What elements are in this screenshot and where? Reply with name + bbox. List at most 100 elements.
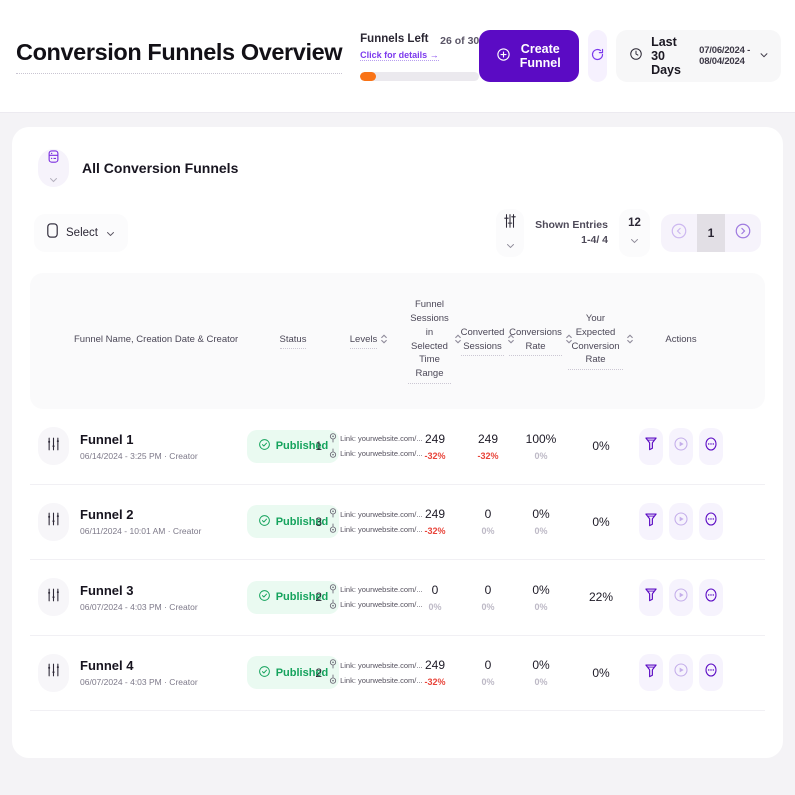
check-circle-icon bbox=[258, 589, 271, 605]
more-icon bbox=[703, 662, 719, 683]
conversions-rate-value: 0% bbox=[532, 658, 550, 672]
funnel-sessions-delta: -32% bbox=[424, 677, 446, 687]
create-funnel-button[interactable]: Create Funnel bbox=[479, 30, 580, 82]
column-header-converted-sessions[interactable]: Converted Sessions bbox=[460, 326, 515, 357]
pagination-current-page[interactable]: 1 bbox=[697, 214, 725, 252]
converted-sessions-value: 249 bbox=[477, 431, 498, 446]
sort-icon bbox=[626, 333, 634, 350]
play-icon bbox=[673, 587, 689, 608]
pin-icon bbox=[329, 674, 337, 686]
levels-count: 1 bbox=[315, 439, 323, 454]
table-row[interactable]: Funnel 3 06/07/2024 - 4:03 PM · Creator … bbox=[30, 560, 765, 636]
table-row[interactable]: Funnel 2 06/11/2024 - 10:01 AM · Creator… bbox=[30, 485, 765, 560]
funnel-sessions-cell: 0 0% bbox=[408, 581, 462, 615]
funnel-sessions-delta: -32% bbox=[424, 450, 446, 461]
levels-count: 2 bbox=[315, 590, 323, 605]
plus-circle-icon bbox=[496, 47, 511, 65]
conversions-rate-cell: 0% 0% bbox=[514, 656, 568, 690]
levels-cell: 1 Link: yourwebsite.com/... Link: yourwe… bbox=[315, 432, 423, 460]
page-header: Conversion Funnels Overview Funnels Left… bbox=[0, 0, 795, 113]
create-funnel-label: Create Funnel bbox=[519, 42, 561, 70]
quota-details-link[interactable]: Click for details → bbox=[360, 50, 439, 61]
action-funnel-button[interactable] bbox=[639, 654, 663, 692]
conversions-rate-delta: 0% bbox=[534, 450, 548, 461]
expected-rate-value: 0% bbox=[592, 514, 610, 529]
levels-count: 2 bbox=[315, 665, 323, 680]
funnel-row-icon-button[interactable] bbox=[38, 427, 69, 466]
column-header-levels[interactable]: Levels bbox=[330, 333, 408, 350]
table-row[interactable]: Funnel 1 06/14/2024 - 3:25 PM · Creator … bbox=[30, 409, 765, 485]
conversions-rate-value: 100% bbox=[525, 431, 557, 446]
converted-sessions-value: 0 bbox=[484, 658, 492, 672]
action-play-button[interactable] bbox=[669, 654, 693, 692]
pagination-next-button[interactable] bbox=[725, 214, 761, 252]
quota-count: 26 of 30 bbox=[440, 35, 480, 47]
table-row[interactable]: Funnel 4 06/07/2024 - 4:03 PM · Creator … bbox=[30, 636, 765, 711]
action-funnel-button[interactable] bbox=[639, 578, 663, 616]
more-icon bbox=[703, 587, 719, 608]
column-header-expected-rate[interactable]: Your Expected Conversion Rate bbox=[568, 312, 634, 371]
funnel-sessions-value: 249 bbox=[424, 431, 445, 446]
quota-progress-fill bbox=[360, 72, 376, 81]
action-more-button[interactable] bbox=[699, 503, 723, 541]
funnel-row-icon-button[interactable] bbox=[38, 502, 69, 541]
card-title: All Conversion Funnels bbox=[82, 160, 239, 176]
quota-label: Funnels Left bbox=[360, 33, 429, 45]
funnel-row-icon-button[interactable] bbox=[38, 578, 69, 617]
per-page-value: 12 bbox=[628, 217, 641, 229]
play-icon bbox=[673, 662, 689, 683]
check-circle-icon bbox=[258, 665, 271, 681]
conversions-rate-delta: 0% bbox=[534, 601, 548, 612]
funnels-list-icon-button[interactable] bbox=[38, 149, 69, 187]
chevron-down-icon bbox=[506, 236, 515, 254]
funnel-sessions-delta: -32% bbox=[424, 526, 446, 536]
app-page: Conversion Funnels Overview Funnels Left… bbox=[0, 0, 795, 795]
pagination-prev-button[interactable] bbox=[661, 214, 697, 252]
pin-icon bbox=[329, 659, 337, 671]
select-dropdown[interactable]: Select bbox=[34, 214, 128, 252]
action-more-button[interactable] bbox=[699, 654, 723, 692]
funnel-name-cell: Funnel 1 06/14/2024 - 3:25 PM · Creator bbox=[30, 427, 256, 466]
play-icon bbox=[673, 511, 689, 532]
funnel-name-cell: Funnel 3 06/07/2024 - 4:03 PM · Creator bbox=[30, 578, 256, 617]
column-header-actions: Actions bbox=[665, 334, 697, 346]
action-play-button[interactable] bbox=[669, 503, 693, 541]
conversions-rate-delta: 0% bbox=[534, 677, 548, 687]
action-funnel-button[interactable] bbox=[639, 503, 663, 541]
pin-icon bbox=[329, 583, 337, 596]
action-funnel-button[interactable] bbox=[639, 427, 663, 465]
sort-icon bbox=[380, 333, 388, 350]
date-range-picker[interactable]: Last 30 Days 07/06/2024 - 08/04/2024 bbox=[616, 30, 782, 82]
converted-sessions-delta: 0% bbox=[481, 526, 495, 536]
actions-cell bbox=[634, 578, 728, 616]
chevron-down-icon bbox=[630, 231, 639, 249]
converted-sessions-delta: -32% bbox=[477, 450, 499, 461]
funnel-steps-icon bbox=[46, 511, 61, 532]
converted-sessions-cell: 0 0% bbox=[462, 505, 514, 539]
refresh-button[interactable] bbox=[588, 30, 608, 82]
column-header-funnel-sessions[interactable]: Funnel Sessions in Selected Time Range bbox=[408, 298, 462, 384]
per-page-dropdown[interactable]: 12 bbox=[619, 209, 650, 257]
chevron-down-icon bbox=[759, 47, 769, 65]
expected-rate-value: 0% bbox=[592, 439, 610, 454]
conversions-rate-value: 0% bbox=[532, 582, 550, 597]
levels-cell: 3 Link: yourwebsite.com/... Link: yourwe… bbox=[315, 508, 423, 535]
funnel-steps-icon bbox=[46, 436, 61, 457]
funnel-row-icon-button[interactable] bbox=[38, 653, 69, 692]
funnel-icon bbox=[644, 587, 658, 607]
funnel-name-block: Funnel 2 06/11/2024 - 10:01 AM · Creator bbox=[80, 507, 201, 536]
converted-sessions-cell: 0 0% bbox=[462, 581, 514, 615]
column-header-conversions-rate[interactable]: Conversions Rate bbox=[509, 326, 572, 357]
action-play-button[interactable] bbox=[669, 427, 693, 465]
funnel-name-cell: Funnel 4 06/07/2024 - 4:03 PM · Creator bbox=[30, 653, 256, 692]
table-body: Funnel 1 06/14/2024 - 3:25 PM · Creator … bbox=[30, 409, 765, 711]
pin-icon bbox=[329, 432, 337, 445]
check-circle-icon bbox=[258, 438, 271, 454]
filter-settings-button[interactable] bbox=[496, 209, 525, 257]
funnel-icon bbox=[644, 436, 658, 456]
funnel-name: Funnel 1 bbox=[80, 431, 134, 447]
action-more-button[interactable] bbox=[699, 578, 723, 616]
action-more-button[interactable] bbox=[699, 427, 723, 465]
action-play-button[interactable] bbox=[669, 578, 693, 616]
funnel-sessions-value: 0 bbox=[431, 582, 439, 597]
